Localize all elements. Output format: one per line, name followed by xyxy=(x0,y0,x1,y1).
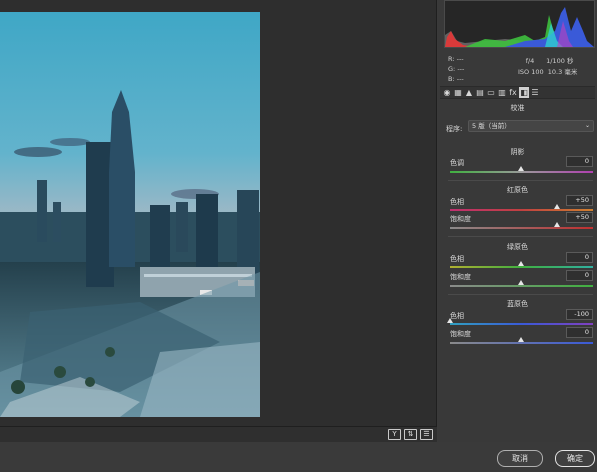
green-hue-value[interactable]: 0 xyxy=(566,252,593,263)
aperture-value: f/4 xyxy=(525,57,535,65)
red-saturation-label: 饱和度 xyxy=(450,215,471,223)
blue-saturation-thumb[interactable] xyxy=(518,337,524,342)
r-value: --- xyxy=(456,55,464,63)
section-title: 校准 xyxy=(510,104,525,112)
red-saturation-slider[interactable] xyxy=(450,222,593,229)
red-hue-slider[interactable] xyxy=(450,204,593,211)
divider xyxy=(448,294,593,295)
green-saturation-value[interactable]: 0 xyxy=(566,270,593,281)
blue-hue-slider[interactable] xyxy=(446,318,593,325)
blue-saturation-slider[interactable] xyxy=(450,337,593,344)
divider xyxy=(448,180,593,181)
preview-toolbar: Y ⇅ ☰ xyxy=(0,426,437,442)
panel-tabs: ◉ ▦ ▲ ▤ ▭ ▥ fx ◧ ☰ xyxy=(440,86,595,99)
green-hue-label: 色相 xyxy=(450,255,464,263)
g-label: G: xyxy=(448,65,456,73)
camera-calibration-icon[interactable]: ◧ xyxy=(519,87,529,98)
image-preview-area xyxy=(0,0,437,426)
red-primary-title: 红原色 xyxy=(507,186,528,194)
shadows-tint-value[interactable]: 0 xyxy=(566,156,593,167)
red-hue-label: 色相 xyxy=(450,198,464,206)
shadows-tint-slider[interactable] xyxy=(450,166,593,173)
process-label: 程序: xyxy=(446,125,463,133)
blue-saturation-value[interactable]: 0 xyxy=(566,327,593,338)
adjustment-panel: R: --- G: --- B: --- f/4 1/100 秒 ISO 100… xyxy=(438,0,597,442)
pixel-readout: R: --- G: --- B: --- f/4 1/100 秒 ISO 100… xyxy=(448,54,595,84)
photo-preview xyxy=(0,12,260,417)
split-toning-icon[interactable]: ▭ xyxy=(486,87,496,98)
effects-icon[interactable]: fx xyxy=(508,87,518,98)
green-primary-title: 绿原色 xyxy=(507,243,528,251)
detail-icon[interactable]: ▲ xyxy=(464,87,474,98)
camera-raw-dialog: Y ⇅ ☰ R: --- G: --- B: --- f/4 1/100 秒 I… xyxy=(0,0,597,472)
blue-primary-title: 蓝原色 xyxy=(507,300,528,308)
presets-icon[interactable]: ☰ xyxy=(530,87,540,98)
shadows-tint-thumb[interactable] xyxy=(518,166,524,171)
ok-button[interactable]: 确定 xyxy=(555,450,595,467)
b-value: --- xyxy=(456,75,464,83)
green-saturation-label: 饱和度 xyxy=(450,273,471,281)
before-after-toggle-icon[interactable]: Y xyxy=(388,429,401,440)
blue-hue-value[interactable]: -100 xyxy=(566,309,593,320)
preview-settings-icon[interactable]: ☰ xyxy=(420,429,433,440)
swap-settings-icon[interactable]: ⇅ xyxy=(404,429,417,440)
b-label: B: xyxy=(448,75,455,83)
shadows-tint-label: 色调 xyxy=(450,159,464,167)
red-saturation-thumb[interactable] xyxy=(553,222,560,227)
divider xyxy=(448,236,593,237)
red-hue-value[interactable]: +50 xyxy=(566,195,593,206)
red-hue-thumb[interactable] xyxy=(553,204,560,209)
chevron-down-icon: ⌄ xyxy=(584,122,590,129)
g-value: --- xyxy=(457,65,465,73)
focal-length-value: 10.3 毫米 xyxy=(547,68,578,76)
cancel-button[interactable]: 取消 xyxy=(497,450,543,467)
process-version-select[interactable]: 5 版（当前） ⌄ xyxy=(468,120,594,132)
histogram xyxy=(444,0,595,48)
green-saturation-slider[interactable] xyxy=(450,280,593,287)
hsl-icon[interactable]: ▤ xyxy=(475,87,485,98)
green-saturation-thumb[interactable] xyxy=(518,280,524,285)
blue-hue-thumb[interactable] xyxy=(446,318,453,323)
green-hue-thumb[interactable] xyxy=(518,261,524,266)
lens-icon[interactable]: ▥ xyxy=(497,87,507,98)
green-hue-slider[interactable] xyxy=(450,261,593,268)
dialog-footer: 取消 确定 xyxy=(0,442,597,472)
tone-curve-icon[interactable]: ▦ xyxy=(453,87,463,98)
iso-value: ISO 100 xyxy=(518,68,544,76)
red-saturation-value[interactable]: +50 xyxy=(566,212,593,223)
blue-saturation-label: 饱和度 xyxy=(450,330,471,338)
basic-icon[interactable]: ◉ xyxy=(442,87,452,98)
shutter-value: 1/100 秒 xyxy=(546,57,574,65)
process-value: 5 版（当前） xyxy=(472,122,511,130)
r-label: R: xyxy=(448,55,455,63)
